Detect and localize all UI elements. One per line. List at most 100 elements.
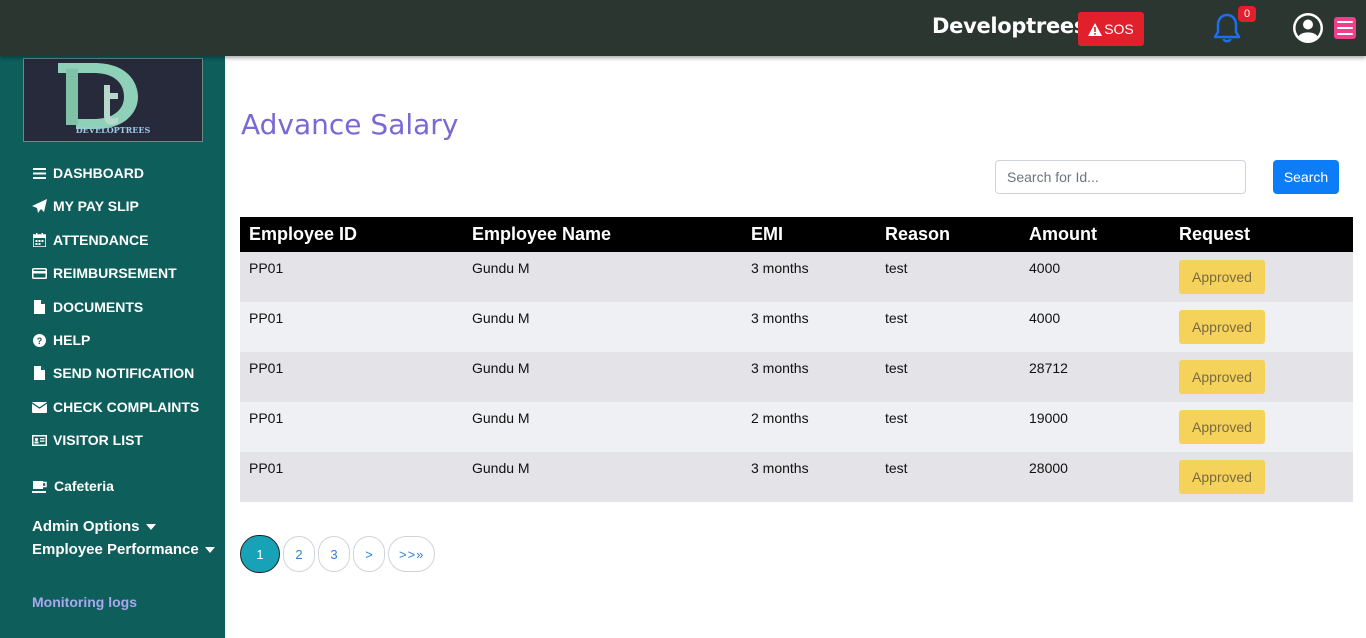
cell-emi: 3 months xyxy=(751,360,809,376)
user-avatar-icon[interactable] xyxy=(1292,12,1324,44)
admin-options-label: Admin Options xyxy=(32,518,140,535)
logo-graphic: DEVELOPTREES xyxy=(58,63,151,135)
question-circle-icon: ? xyxy=(31,333,47,347)
menu-toggle-icon[interactable] xyxy=(1334,17,1356,39)
page-button-3[interactable]: 3 xyxy=(318,536,350,572)
logo-text: DEVELOPTREES xyxy=(76,125,151,135)
cell-emi: 2 months xyxy=(751,410,809,426)
cell-emi: 3 months xyxy=(751,260,809,276)
sidebar-item-label: CHECK COMPLAINTS xyxy=(53,399,200,415)
cell-reason: test xyxy=(885,260,908,276)
cell-employee-name: Gundu M xyxy=(472,410,530,426)
sidebar-item-visitor-list[interactable]: VISITOR LIST xyxy=(31,430,143,450)
envelope-icon xyxy=(31,400,47,414)
notification-badge: 0 xyxy=(1238,6,1256,22)
column-header-emi: EMI xyxy=(751,224,784,244)
cell-amount: 19000 xyxy=(1029,410,1068,426)
sidebar-item-label: Cafeteria xyxy=(54,478,114,494)
sidebar-item-my-pay-slip[interactable]: MY PAY SLIP xyxy=(31,196,139,216)
column-header-reason: Reason xyxy=(885,224,951,244)
approved-button[interactable]: Approved xyxy=(1179,360,1265,394)
file-icon xyxy=(31,366,47,380)
sidebar-item-label: REIMBURSEMENT xyxy=(53,265,177,281)
cell-reason: test xyxy=(885,410,908,426)
warning-icon xyxy=(1088,22,1103,36)
advance-salary-table: Employee ID Employee Name EMI Reason Amo… xyxy=(240,217,1353,502)
caret-down-icon xyxy=(204,546,215,553)
cell-employee-id: PP01 xyxy=(249,410,284,426)
approved-button[interactable]: Approved xyxy=(1179,260,1265,294)
cell-amount: 28000 xyxy=(1029,460,1068,476)
cell-employee-id: PP01 xyxy=(249,260,284,276)
sidebar-item-send-notification[interactable]: SEND NOTIFICATION xyxy=(31,363,194,383)
cell-amount: 4000 xyxy=(1029,310,1061,326)
cell-employee-name: Gundu M xyxy=(472,310,530,326)
search-button[interactable]: Search xyxy=(1273,160,1339,194)
sidebar-item-label: HELP xyxy=(53,332,91,348)
top-navbar: Developtrees SOS 0 xyxy=(0,0,1366,56)
paper-plane-icon xyxy=(31,199,47,213)
cell-reason: test xyxy=(885,360,908,376)
bars-icon xyxy=(31,166,47,180)
sidebar-item-reimbursement[interactable]: REIMBURSEMENT xyxy=(31,263,177,283)
sos-button[interactable]: SOS xyxy=(1078,12,1144,46)
employee-performance-dropdown[interactable]: Employee Performance xyxy=(32,541,215,558)
cell-amount: 28712 xyxy=(1029,360,1068,376)
sidebar-item-label: DOCUMENTS xyxy=(53,299,144,315)
next-page-button[interactable]: > xyxy=(353,536,385,572)
sidebar-item-help[interactable]: ? HELP xyxy=(31,330,90,350)
column-header-employee-name: Employee Name xyxy=(472,224,612,244)
id-card-icon xyxy=(31,433,47,447)
cell-employee-name: Gundu M xyxy=(472,260,530,276)
pagination: 1 2 3 > >>» xyxy=(240,535,436,573)
sidebar-item-label: ATTENDANCE xyxy=(53,232,149,248)
caret-down-icon xyxy=(145,523,156,530)
sidebar: DEVELOPTREES DASHBOARD MY PAY SLIP ATTEN… xyxy=(0,56,225,638)
admin-options-dropdown[interactable]: Admin Options xyxy=(32,518,156,535)
sidebar-item-label: VISITOR LIST xyxy=(53,432,143,448)
sidebar-item-label: MY PAY SLIP xyxy=(53,198,139,214)
page-button-2[interactable]: 2 xyxy=(283,536,315,572)
calendar-icon xyxy=(31,233,47,247)
file-icon xyxy=(31,300,47,314)
table-row: PP01 Gundu M 2 months test 19000 Approve… xyxy=(240,402,1353,452)
table-row: PP01 Gundu M 3 months test 28000 Approve… xyxy=(240,452,1353,502)
cell-employee-name: Gundu M xyxy=(472,460,530,476)
table-row: PP01 Gundu M 3 months test 4000 Approved xyxy=(240,302,1353,352)
search-input[interactable] xyxy=(995,160,1246,194)
sidebar-item-check-complaints[interactable]: CHECK COMPLAINTS xyxy=(31,397,199,417)
approved-button[interactable]: Approved xyxy=(1179,410,1265,444)
sidebar-item-documents[interactable]: DOCUMENTS xyxy=(31,297,143,317)
column-header-amount: Amount xyxy=(1029,224,1097,244)
svg-text:?: ? xyxy=(36,336,42,346)
page-title: Advance Salary xyxy=(241,108,459,141)
table-row: PP01 Gundu M 3 months test 4000 Approved xyxy=(240,252,1353,302)
cell-employee-name: Gundu M xyxy=(472,360,530,376)
page-button-1[interactable]: 1 xyxy=(240,535,280,573)
sidebar-item-attendance[interactable]: ATTENDANCE xyxy=(31,230,148,250)
sos-label: SOS xyxy=(1104,21,1134,37)
last-page-button[interactable]: >>» xyxy=(388,536,436,572)
approved-button[interactable]: Approved xyxy=(1179,310,1265,344)
company-logo[interactable]: DEVELOPTREES xyxy=(23,58,203,142)
cell-employee-id: PP01 xyxy=(249,310,284,326)
table-header-row: Employee ID Employee Name EMI Reason Amo… xyxy=(240,217,1353,252)
sidebar-item-label: DASHBOARD xyxy=(53,165,144,181)
cell-reason: test xyxy=(885,310,908,326)
column-header-employee-id: Employee ID xyxy=(249,224,358,244)
sidebar-item-cafeteria[interactable]: Cafeteria xyxy=(32,476,114,496)
cell-employee-id: PP01 xyxy=(249,360,284,376)
column-header-request: Request xyxy=(1179,224,1251,244)
cell-emi: 3 months xyxy=(751,310,809,326)
monitoring-logs-link[interactable]: Monitoring logs xyxy=(32,594,137,610)
coffee-cup-icon xyxy=(32,479,48,493)
cell-amount: 4000 xyxy=(1029,260,1061,276)
cell-emi: 3 months xyxy=(751,460,809,476)
credit-card-icon xyxy=(31,266,47,280)
brand-name: Developtrees xyxy=(932,14,1087,38)
cell-reason: test xyxy=(885,460,908,476)
sidebar-item-dashboard[interactable]: DASHBOARD xyxy=(31,163,144,183)
sidebar-item-label: SEND NOTIFICATION xyxy=(53,365,195,381)
cell-employee-id: PP01 xyxy=(249,460,284,476)
approved-button[interactable]: Approved xyxy=(1179,460,1265,494)
